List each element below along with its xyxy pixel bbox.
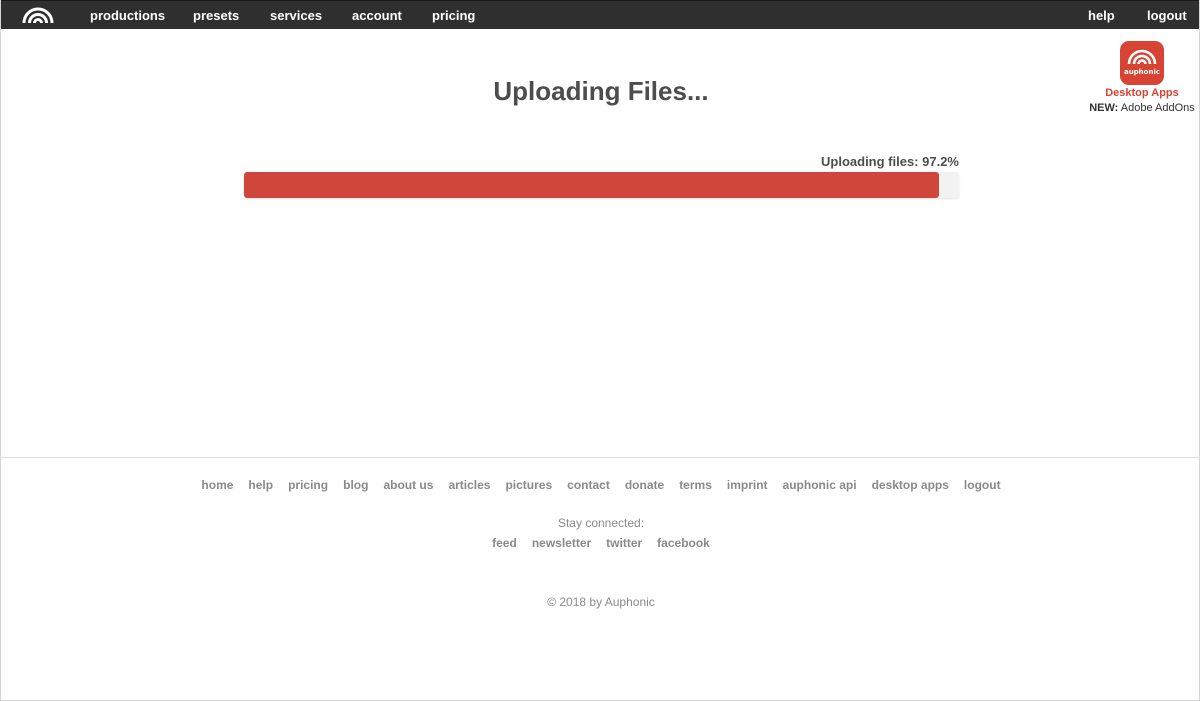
nav-presets[interactable]: presets — [193, 1, 239, 30]
footer-link-articles[interactable]: articles — [448, 478, 490, 492]
footer-link-imprint[interactable]: imprint — [727, 478, 768, 492]
nav-account[interactable]: account — [352, 1, 402, 30]
upload-progress-fill — [244, 172, 939, 198]
page-title: Uploading Files... — [493, 76, 709, 106]
social-link-twitter[interactable]: twitter — [606, 536, 642, 550]
footer-link-home[interactable]: home — [201, 478, 233, 492]
copyright-notice: © 2018 by Auphonic — [547, 595, 655, 609]
footer-link-desktop-apps[interactable]: desktop apps — [872, 478, 949, 492]
nav-help[interactable]: help — [1088, 1, 1115, 30]
footer-link-auphonic-api[interactable]: auphonic api — [783, 478, 857, 492]
upload-progress-label: Uploading files: 97.2% — [821, 154, 959, 169]
nav-services[interactable]: services — [270, 1, 322, 30]
footer-divider — [1, 457, 1199, 458]
social-link-newsletter[interactable]: newsletter — [532, 536, 591, 550]
footer-link-pricing[interactable]: pricing — [288, 478, 328, 492]
top-navbar: productions presets services account pri… — [1, 0, 1199, 29]
nav-pricing[interactable]: pricing — [432, 1, 475, 30]
footer-link-pictures[interactable]: pictures — [505, 478, 552, 492]
auphonic-logo-icon[interactable] — [21, 5, 55, 25]
upload-progress-bar — [244, 172, 959, 198]
nav-productions[interactable]: productions — [90, 1, 165, 30]
footer-link-logout[interactable]: logout — [964, 478, 1001, 492]
footer-link-blog[interactable]: blog — [343, 478, 368, 492]
social-link-feed[interactable]: feed — [492, 536, 517, 550]
app-icon-label: auphonic — [1123, 68, 1161, 76]
social-links: feed newsletter twitter facebook — [1, 536, 1200, 550]
footer-link-help[interactable]: help — [248, 478, 273, 492]
stay-connected-label: Stay connected: — [557, 516, 645, 530]
footer-links: home help pricing blog about us articles… — [1, 478, 1200, 492]
footer-link-about-us[interactable]: about us — [383, 478, 433, 492]
footer-link-contact[interactable]: contact — [567, 478, 610, 492]
social-link-facebook[interactable]: facebook — [657, 536, 710, 550]
footer-link-donate[interactable]: donate — [625, 478, 664, 492]
footer-link-terms[interactable]: terms — [679, 478, 712, 492]
nav-logout[interactable]: logout — [1147, 1, 1187, 30]
